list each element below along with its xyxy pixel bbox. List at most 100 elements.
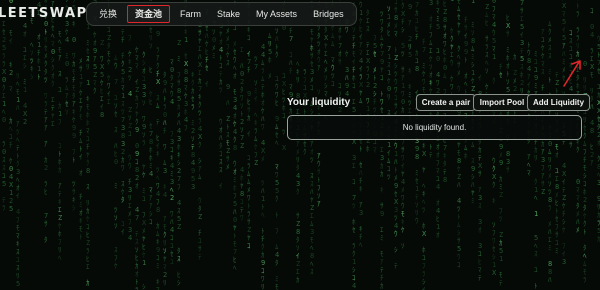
matrix-glyph: ｺ (289, 51, 293, 59)
create-pair-button[interactable]: Create a pair (416, 94, 476, 111)
matrix-glyph: ﾍ (583, 252, 587, 260)
matrix-glyph: ﾒ (261, 155, 265, 163)
matrix-glyph: ｴ (380, 146, 384, 154)
matrix-glyph: ﾄ (16, 152, 20, 160)
matrix-glyph: Z (128, 106, 132, 114)
matrix-glyph: 2 (240, 78, 244, 86)
matrix-glyph: ﾗ (135, 286, 139, 290)
matrix-glyph: ﾂ (16, 128, 20, 136)
matrix-glyph: ｳ (394, 142, 398, 150)
matrix-glyph: ﾍ (156, 174, 160, 182)
matrix-glyph: Z (562, 194, 566, 202)
matrix-glyph: ﾓ (275, 283, 279, 290)
matrix-glyph: ﾘ (534, 154, 538, 162)
matrix-glyph: ﾌ (170, 130, 174, 138)
matrix-glyph: ｸ (492, 181, 496, 189)
nav-item-swap[interactable]: 兑换 (91, 5, 125, 23)
matrix-glyph: ﾒ (226, 163, 230, 171)
matrix-glyph: ｷ (184, 28, 188, 36)
matrix-glyph: ｺ (247, 154, 251, 162)
matrix-glyph: 9 (191, 167, 195, 175)
matrix-glyph: 4 (170, 98, 174, 106)
matrix-glyph: ﾍ (16, 176, 20, 184)
matrix-glyph: 0 (135, 142, 139, 150)
matrix-glyph: ﾜ (261, 275, 265, 283)
matrix-glyph: ﾑ (380, 34, 384, 42)
matrix-glyph: X (282, 144, 287, 152)
nav-item-stake[interactable]: Stake (209, 5, 248, 23)
matrix-glyph: ｹ (142, 171, 146, 179)
matrix-glyph: ﾗ (2, 60, 6, 68)
matrix-glyph: 5 (373, 42, 377, 50)
matrix-glyph: ｼ (457, 229, 461, 237)
matrix-glyph: ｾ (51, 24, 55, 32)
matrix-glyph: ｸ (303, 148, 307, 156)
matrix-glyph: 5 (506, 86, 510, 94)
add-liquidity-button[interactable]: Add Liquidity (527, 94, 590, 111)
matrix-glyph: Z (513, 69, 517, 77)
matrix-glyph: ｽ (310, 172, 314, 180)
matrix-glyph: ﾎ (233, 184, 237, 192)
matrix-glyph: ｷ (86, 95, 90, 103)
matrix-glyph: ﾓ (380, 250, 384, 258)
matrix-glyph: 8 (156, 206, 160, 214)
matrix-glyph: ｾ (457, 13, 461, 21)
matrix-glyph: ﾒ (268, 72, 272, 80)
matrix-glyph: X (184, 60, 189, 68)
matrix-glyph: ﾔ (310, 36, 314, 44)
matrix-glyph: ﾐ (534, 82, 538, 90)
matrix-glyph: ﾏ (121, 84, 125, 92)
matrix-glyph: ﾐ (79, 201, 83, 209)
matrix-glyph: ﾗ (254, 127, 258, 135)
matrix-glyph: ﾋ (135, 254, 139, 262)
matrix-glyph: ｺ (338, 82, 342, 90)
matrix-glyph: 5 (121, 68, 125, 76)
matrix-glyph: 5 (2, 180, 6, 188)
matrix-glyph: ﾗ (156, 46, 160, 54)
matrix-glyph: ｸ (583, 132, 587, 140)
leetswap-logo[interactable]: LEETSWAP (0, 4, 88, 24)
nav-item-bridges[interactable]: Bridges (305, 5, 352, 23)
matrix-glyph: ｸ (275, 195, 279, 203)
matrix-glyph: ﾂ (156, 166, 160, 174)
matrix-glyph: 2 (366, 81, 370, 89)
matrix-glyph: ﾕ (16, 256, 20, 264)
matrix-glyph: ﾓ (72, 68, 76, 76)
matrix-glyph: X (492, 173, 497, 181)
matrix-glyph: ｹ (121, 188, 125, 196)
matrix-glyph: ｴ (548, 236, 552, 244)
import-pool-button[interactable]: Import Pool (473, 94, 531, 111)
matrix-glyph: ｸ (492, 77, 496, 85)
matrix-glyph: ﾏ (156, 286, 160, 290)
matrix-glyph: ﾕ (436, 175, 440, 183)
matrix-glyph: ﾌ (233, 192, 237, 200)
matrix-glyph: ｸ (352, 250, 356, 258)
matrix-glyph: ｿ (212, 28, 216, 36)
matrix-glyph: ｳ (450, 59, 454, 67)
matrix-glyph: 4 (163, 191, 167, 199)
matrix-glyph: ｳ (457, 85, 461, 93)
matrix-glyph: ｷ (58, 198, 62, 206)
matrix-glyph: ｶ (380, 170, 384, 178)
matrix-glyph: 3 (359, 209, 363, 217)
matrix-glyph: ﾑ (156, 230, 160, 238)
matrix-glyph: 1 (471, 0, 475, 5)
matrix-glyph: ﾘ (387, 93, 391, 101)
nav-item-pool[interactable]: 资金池 (127, 5, 171, 23)
matrix-glyph: ﾍ (296, 60, 300, 68)
matrix-glyph: 3 (184, 100, 188, 108)
matrix-glyph: ﾋ (100, 87, 104, 95)
matrix-glyph: ｲ (562, 178, 566, 186)
matrix-glyph: 1 (58, 110, 62, 118)
nav-item-farm[interactable]: Farm (172, 5, 209, 23)
matrix-glyph: ﾕ (422, 254, 426, 262)
matrix-glyph: ﾑ (387, 157, 391, 165)
matrix-glyph: ﾕ (555, 167, 559, 175)
matrix-glyph: ﾋ (86, 231, 90, 239)
matrix-glyph: ｳ (114, 62, 118, 70)
matrix-glyph: ｾ (492, 245, 496, 253)
matrix-glyph: ﾒ (177, 111, 181, 119)
matrix-glyph: ｷ (422, 142, 426, 150)
matrix-glyph: ﾐ (471, 21, 475, 29)
nav-item-my-assets[interactable]: My Assets (248, 5, 305, 23)
